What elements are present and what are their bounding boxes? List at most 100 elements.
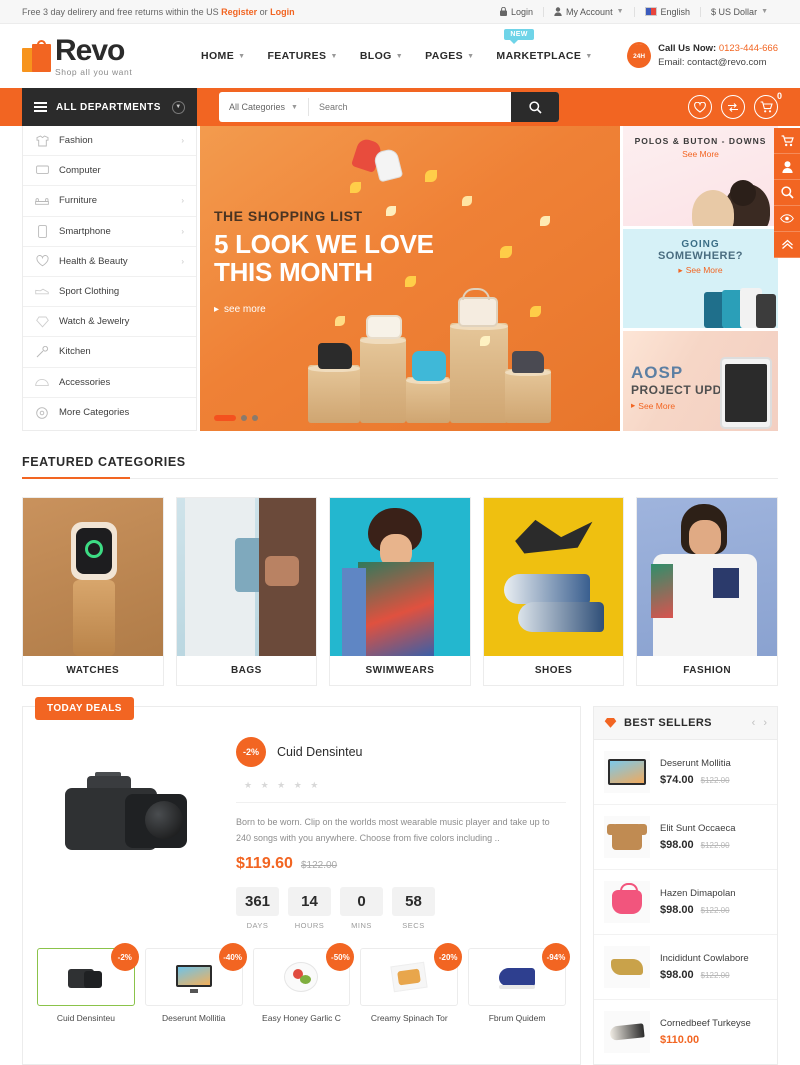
sidebar-item-furniture[interactable]: Furniture › [23, 186, 196, 217]
login-menu[interactable]: Login [490, 7, 543, 17]
sidebar-item-computer[interactable]: Computer [23, 156, 196, 187]
cart-button[interactable]: 0 [754, 91, 782, 119]
currency-selector[interactable]: $ US Dollar ▼ [700, 6, 778, 17]
nav-item-home[interactable]: HOME ▼ [201, 50, 245, 62]
hero-banner[interactable]: THE SHOPPING LIST 5 LOOK WE LOVE THIS MO… [200, 126, 620, 431]
sidebar-item-health-beauty[interactable]: Health & Beauty › [23, 247, 196, 277]
language-label: English [660, 6, 691, 17]
search-input[interactable] [308, 92, 511, 122]
float-scroll-top-button[interactable] [774, 232, 800, 258]
float-cart-button[interactable] [774, 128, 800, 154]
chevron-down-icon: ▼ [585, 52, 593, 60]
my-account-menu[interactable]: My Account ▼ [543, 6, 633, 17]
best-seller-name: Deserunt Mollitia [660, 758, 731, 769]
lock-icon [500, 7, 508, 16]
promo-banner-polos[interactable]: POLOS & BUTON - DOWNS See More [623, 126, 778, 226]
category-image-watches [23, 498, 163, 656]
nav-item-features[interactable]: FEATURES ▼ [267, 50, 337, 62]
dish-icon [390, 961, 428, 993]
slider-dot-3[interactable] [252, 415, 258, 421]
best-seller-item[interactable]: Cornedbeef Turkeyse $110.00 [594, 1000, 777, 1064]
featured-category-card[interactable]: SWIMWEARS [329, 497, 471, 686]
shirt-icon [607, 824, 647, 850]
compare-button[interactable] [721, 95, 745, 119]
discount-badge: -2% [236, 737, 266, 767]
prev-arrow-icon[interactable]: ‹ [752, 717, 756, 729]
best-seller-item[interactable]: Deserunt Mollitia $74.00 $122.00 [594, 740, 777, 805]
featured-category-card[interactable]: FASHION [636, 497, 778, 686]
best-seller-price: $74.00 [660, 774, 694, 786]
logo-tagline: Shop all you want [55, 66, 133, 77]
deal-thumb-item[interactable]: -94% Fbrum Quidem [468, 943, 570, 1023]
deal-thumb-box[interactable]: -40% [144, 943, 247, 1006]
nav-item-blog[interactable]: BLOG ▼ [360, 50, 403, 62]
sidebar-item-sport-clothing[interactable]: Sport Clothing [23, 277, 196, 308]
headset-icon: 24H [627, 42, 652, 68]
featured-category-card[interactable]: SHOES [482, 497, 625, 686]
float-view-button[interactable] [774, 206, 800, 232]
deal-thumb-box[interactable]: -94% [468, 943, 570, 1006]
headset-label: 24H [633, 52, 646, 60]
deal-product-image[interactable] [37, 737, 222, 897]
all-departments-button[interactable]: ALL DEPARTMENTS ▼ [22, 88, 197, 126]
promo-cta[interactable]: ▸ See More [631, 265, 770, 276]
deal-thumb-item[interactable]: -40% Deserunt Mollitia [144, 943, 247, 1023]
best-seller-item[interactable]: Incididunt Cowlabore $98.00 $122.00 [594, 935, 777, 1000]
sidebar-item-accessories[interactable]: Accessories [23, 368, 196, 398]
call-number[interactable]: 0123-444-666 [719, 43, 778, 54]
search-box: All Categories ▼ [219, 92, 559, 122]
promo-banner-going-somewhere[interactable]: GOING SOMEWHERE? ▸ See More [623, 228, 778, 329]
deal-product-name[interactable]: Cuid Densinteu [277, 745, 362, 759]
sidebar-item-watch-jewelry[interactable]: Watch & Jewelry [23, 307, 196, 338]
deal-thumb-item[interactable]: -20% Creamy Spinach Tor [360, 943, 463, 1023]
deal-thumb-box[interactable]: -50% [252, 943, 355, 1006]
wishlist-button[interactable] [688, 95, 712, 119]
category-select[interactable]: All Categories ▼ [219, 98, 309, 116]
chevron-up-icon [781, 239, 794, 250]
user-icon [554, 7, 562, 16]
best-seller-name: Incididunt Cowlabore [660, 953, 749, 964]
featured-category-card[interactable]: BAGS [175, 497, 318, 686]
sandal-icon [611, 959, 643, 975]
countdown-days: 361 DAYS [236, 887, 279, 930]
float-account-button[interactable] [774, 154, 800, 180]
slider-dot-2[interactable] [241, 415, 247, 421]
chevron-down-icon: ▼ [238, 52, 246, 60]
promo-cta[interactable]: See More [631, 149, 770, 159]
featured-category-card[interactable]: WATCHES [22, 497, 164, 686]
promo-banner-aosp[interactable]: AOSP PROJECT UPDATE ▸ See More [623, 331, 778, 432]
language-selector[interactable]: English [633, 6, 701, 17]
deal-thumb-item[interactable]: -50% Easy Honey Garlic C [252, 943, 355, 1023]
sidebar-item-kitchen[interactable]: Kitchen [23, 337, 196, 368]
nav-item-pages[interactable]: PAGES ▼ [425, 50, 474, 62]
email-line: Email: contact@revo.com [658, 57, 767, 68]
best-seller-thumb [604, 881, 650, 923]
deal-thumb-name: Easy Honey Garlic C [262, 1013, 341, 1023]
float-search-button[interactable] [774, 180, 800, 206]
chevron-down-icon: ▼ [616, 8, 624, 15]
search-icon [780, 186, 794, 199]
sidebar-item-more-categories[interactable]: More Categories [23, 398, 196, 428]
deal-thumb-box[interactable]: -2% [37, 943, 139, 1006]
deal-thumb-item[interactable]: -2% Cuid Densinteu [37, 943, 139, 1023]
login-link[interactable]: Login [270, 7, 295, 17]
register-link[interactable]: Register [221, 7, 257, 17]
hero-see-more-link[interactable]: ▸ see more [214, 304, 434, 315]
nav-item-marketplace[interactable]: New MARKETPLACE ▼ [496, 29, 593, 62]
sidebar-item-fashion[interactable]: Fashion › [23, 126, 196, 157]
compare-icon [727, 102, 739, 113]
promo-message: Free 3 day delirery and free returns wit… [22, 6, 219, 17]
deal-thumb-box[interactable]: -20% [360, 943, 463, 1006]
logo[interactable]: Revo Shop all you want [22, 35, 167, 77]
deal-price: $119.60 $122.00 [236, 855, 566, 873]
best-seller-item[interactable]: Hazen Dimapolan $98.00 $122.00 [594, 870, 777, 935]
sidebar-item-smartphone[interactable]: Smartphone › [23, 217, 196, 247]
slider-dot-1[interactable] [214, 415, 236, 421]
eye-icon [780, 214, 794, 223]
search-bar: ALL DEPARTMENTS ▼ All Categories ▼ Searc… [0, 88, 800, 126]
best-seller-item[interactable]: Elit Sunt Occaeca $98.00 $122.00 [594, 805, 777, 870]
next-arrow-icon[interactable]: › [763, 717, 767, 729]
search-button[interactable] [511, 92, 559, 122]
category-name: BAGS [230, 665, 262, 676]
diamond-icon [35, 316, 49, 328]
